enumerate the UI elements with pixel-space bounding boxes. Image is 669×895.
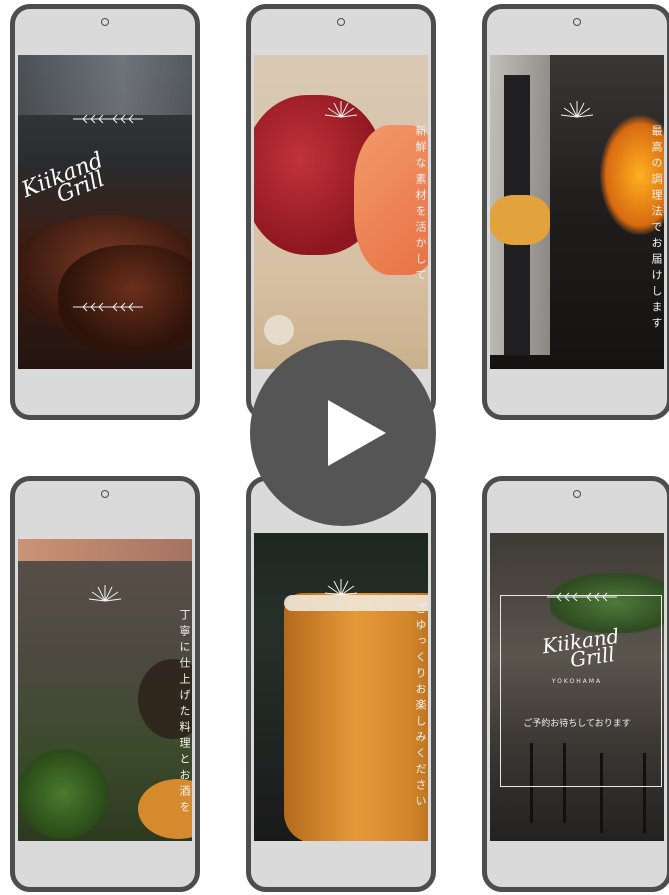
vertical-caption: 最高の調理法でお届けします — [650, 125, 663, 333]
sunburst-ornament-icon — [324, 101, 358, 118]
phone-mockup-4: 丁寧に仕上げた料理とお酒を — [10, 476, 200, 892]
sunburst-ornament-icon — [324, 579, 358, 596]
play-button[interactable] — [250, 340, 436, 526]
phone-screen-2: 新鮮な素材を活かして — [254, 55, 428, 369]
phone-mockup-5: ごゆっくりお楽しみください — [246, 476, 436, 892]
camera-dot — [101, 490, 109, 498]
phone-screen-6: Kiikand Grill YOKOHAMA ご予約お待ちしております — [490, 533, 664, 841]
sunburst-ornament-icon — [560, 101, 594, 118]
camera-dot — [337, 18, 345, 26]
play-icon — [328, 400, 386, 466]
phone-mockup-3: 最高の調理法でお届けします — [482, 4, 669, 420]
phone-mockup-6: Kiikand Grill YOKOHAMA ご予約お待ちしております — [482, 476, 669, 892]
vertical-caption: 丁寧に仕上げた料理とお酒を — [178, 609, 191, 817]
camera-dot — [101, 18, 109, 26]
laurel-ornament-icon — [73, 302, 143, 312]
camera-dot — [573, 490, 581, 498]
reservation-tagline: ご予約お待ちしております — [523, 719, 631, 729]
laurel-ornament-icon — [73, 114, 143, 124]
phone-mockup-1: Kiikand Grill — [10, 4, 200, 420]
phone-screen-4: 丁寧に仕上げた料理とお酒を — [18, 539, 192, 841]
phone-screen-3: 最高の調理法でお届けします — [490, 55, 664, 369]
vertical-caption: ごゆっくりお楽しみください — [414, 603, 427, 811]
laurel-ornament-icon — [547, 592, 617, 602]
location-label: YOKOHAMA — [551, 678, 603, 685]
sunburst-ornament-icon — [88, 585, 122, 602]
camera-dot — [573, 18, 581, 26]
phone-screen-1: Kiikand Grill — [18, 55, 192, 369]
vertical-caption: 新鮮な素材を活かして — [414, 125, 427, 285]
phone-screen-5: ごゆっくりお楽しみください — [254, 533, 428, 841]
